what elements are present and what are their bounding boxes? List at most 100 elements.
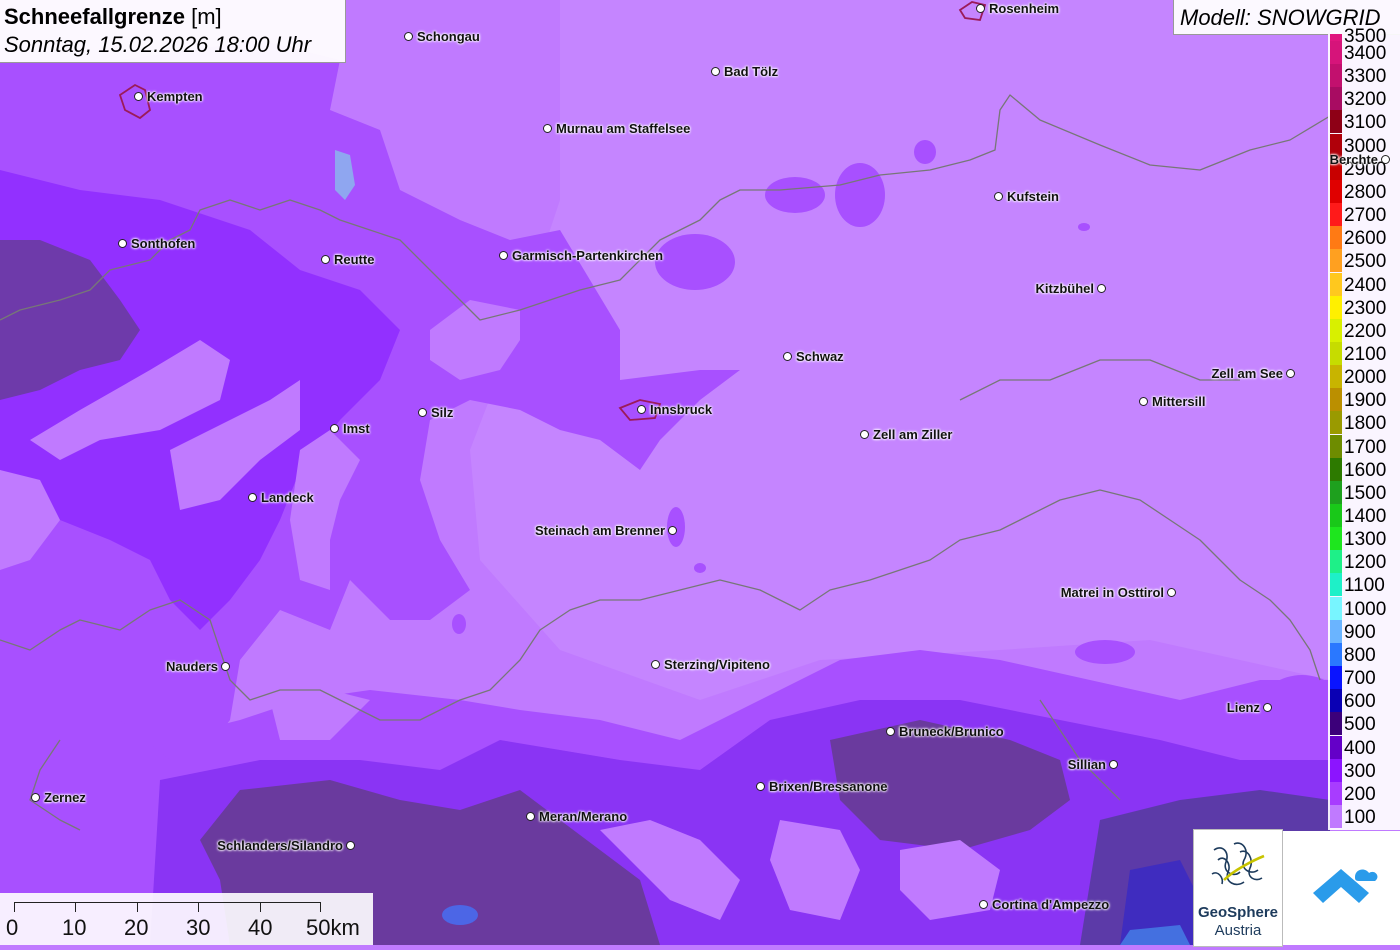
legend-swatch <box>1330 64 1342 88</box>
legend-label: 1200 <box>1344 552 1387 574</box>
legend-swatch <box>1330 504 1342 527</box>
legend-swatch <box>1330 179 1342 203</box>
city-label: Steinach am Brenner <box>534 523 665 538</box>
legend-swatch <box>1330 249 1342 273</box>
city-label: Berchte <box>1329 152 1378 167</box>
city-dot-icon <box>346 841 355 850</box>
city-dot-icon <box>1109 760 1118 769</box>
scale-tick <box>198 902 199 912</box>
scale-bar: 0 10 20 30 40 50km <box>0 893 373 945</box>
legend-swatch <box>1330 87 1342 111</box>
city-dot-icon <box>637 405 646 414</box>
city-dot-icon <box>418 408 427 417</box>
snowline-map[interactable] <box>0 0 1400 945</box>
legend-label: 700 <box>1344 668 1376 690</box>
legend-label: 1300 <box>1344 529 1387 551</box>
legend-swatch <box>1330 318 1342 342</box>
legend-label: 1800 <box>1344 413 1387 435</box>
city-dot-icon <box>711 67 720 76</box>
city-label: Mittersill <box>1152 394 1206 409</box>
city-dot-icon <box>994 192 1003 201</box>
legend-label: 3400 <box>1344 43 1387 64</box>
legend-swatch <box>1330 712 1342 736</box>
cloud-arrow-icon <box>1313 869 1378 903</box>
legend-label: 200 <box>1344 783 1376 805</box>
map-title: Schneefallgrenze [m] <box>4 4 222 30</box>
legend-swatch <box>1330 804 1342 828</box>
map-title-main: Schneefallgrenze <box>4 4 185 29</box>
city-dot-icon <box>1263 703 1272 712</box>
city-dot-icon <box>1167 588 1176 597</box>
legend-swatch <box>1330 735 1342 759</box>
city-dot-icon <box>134 92 143 101</box>
legend-label: 3300 <box>1344 66 1387 88</box>
legend-label: 2200 <box>1344 320 1387 342</box>
legend-swatch <box>1330 41 1342 64</box>
city-dot-icon <box>543 124 552 133</box>
city-dot-icon <box>651 660 660 669</box>
city-label: Bad Tölz <box>724 64 779 79</box>
legend-label: 300 <box>1344 760 1376 782</box>
legend-label: 3100 <box>1344 112 1387 134</box>
legend-swatch <box>1330 781 1342 805</box>
city-label: Sterzing/Vipiteno <box>664 657 770 672</box>
city-dot-icon <box>1097 284 1106 293</box>
city-dot-icon <box>668 526 677 535</box>
city-dot-icon <box>756 782 765 791</box>
scale-tick <box>137 902 138 912</box>
scale-tick <box>14 902 15 912</box>
legend-swatch <box>1330 388 1342 412</box>
city-dot-icon <box>31 793 40 802</box>
city-dot-icon <box>221 662 230 671</box>
city-label: Zernez <box>44 790 86 805</box>
scale-label: 0 <box>6 915 19 940</box>
legend-swatch <box>1330 758 1342 782</box>
map-title-unit: [m] <box>191 4 222 29</box>
legend-swatch <box>1330 642 1342 666</box>
city-dot-icon <box>118 239 127 248</box>
legend-swatch <box>1330 295 1342 319</box>
city-label: Zell am See <box>1211 366 1283 381</box>
cloud-app-logo[interactable] <box>1283 831 1400 945</box>
city-label: Bruneck/Brunico <box>899 724 1004 739</box>
city-label: Zell am Ziller <box>873 427 953 442</box>
legend-swatch <box>1330 110 1342 134</box>
city-label: Schwaz <box>796 349 844 364</box>
legend-label: 800 <box>1344 644 1376 666</box>
legend-label: 400 <box>1344 737 1376 759</box>
city-dot-icon <box>499 251 508 260</box>
legend-label: 500 <box>1344 714 1376 736</box>
legend-label: 1100 <box>1344 575 1385 597</box>
city-dot-icon <box>321 255 330 264</box>
map-datetime: Sonntag, 15.02.2026 18:00 Uhr <box>4 32 312 57</box>
legend-swatch-top <box>1330 34 1342 41</box>
city-dot-icon <box>976 4 985 13</box>
legend-swatch <box>1330 411 1342 435</box>
city-label: Reutte <box>334 252 375 267</box>
legend-swatch <box>1330 272 1342 296</box>
legend-label: 2700 <box>1344 205 1387 227</box>
legend-swatch <box>1330 434 1342 458</box>
legend-label: 2600 <box>1344 228 1387 250</box>
legend-label: 2300 <box>1344 297 1387 319</box>
city-dot-icon <box>248 493 257 502</box>
city-label: Schongau <box>417 29 480 44</box>
city-dot-icon <box>979 900 988 909</box>
legend-label: 1500 <box>1344 482 1387 504</box>
legend-swatch <box>1330 689 1342 713</box>
legend-label: 2400 <box>1344 274 1387 296</box>
city-label: Murnau am Staffelsee <box>556 121 691 136</box>
geosphere-name: GeoSphere <box>1197 904 1279 921</box>
city-label: Sillian <box>1067 757 1106 772</box>
city-dot-icon <box>1139 397 1148 406</box>
legend-swatch <box>1330 457 1342 481</box>
city-label: Cortina d'Ampezzo <box>992 897 1110 912</box>
city-label: Imst <box>343 421 370 436</box>
scale-line <box>14 902 320 903</box>
scale-label: 30 <box>186 915 211 940</box>
legend-label: 1000 <box>1344 598 1387 620</box>
legend-swatch <box>1330 226 1342 250</box>
legend-label: 600 <box>1344 691 1376 713</box>
geosphere-logo[interactable]: GeoSphere Austria <box>1193 829 1283 947</box>
scale-tick <box>75 902 76 912</box>
